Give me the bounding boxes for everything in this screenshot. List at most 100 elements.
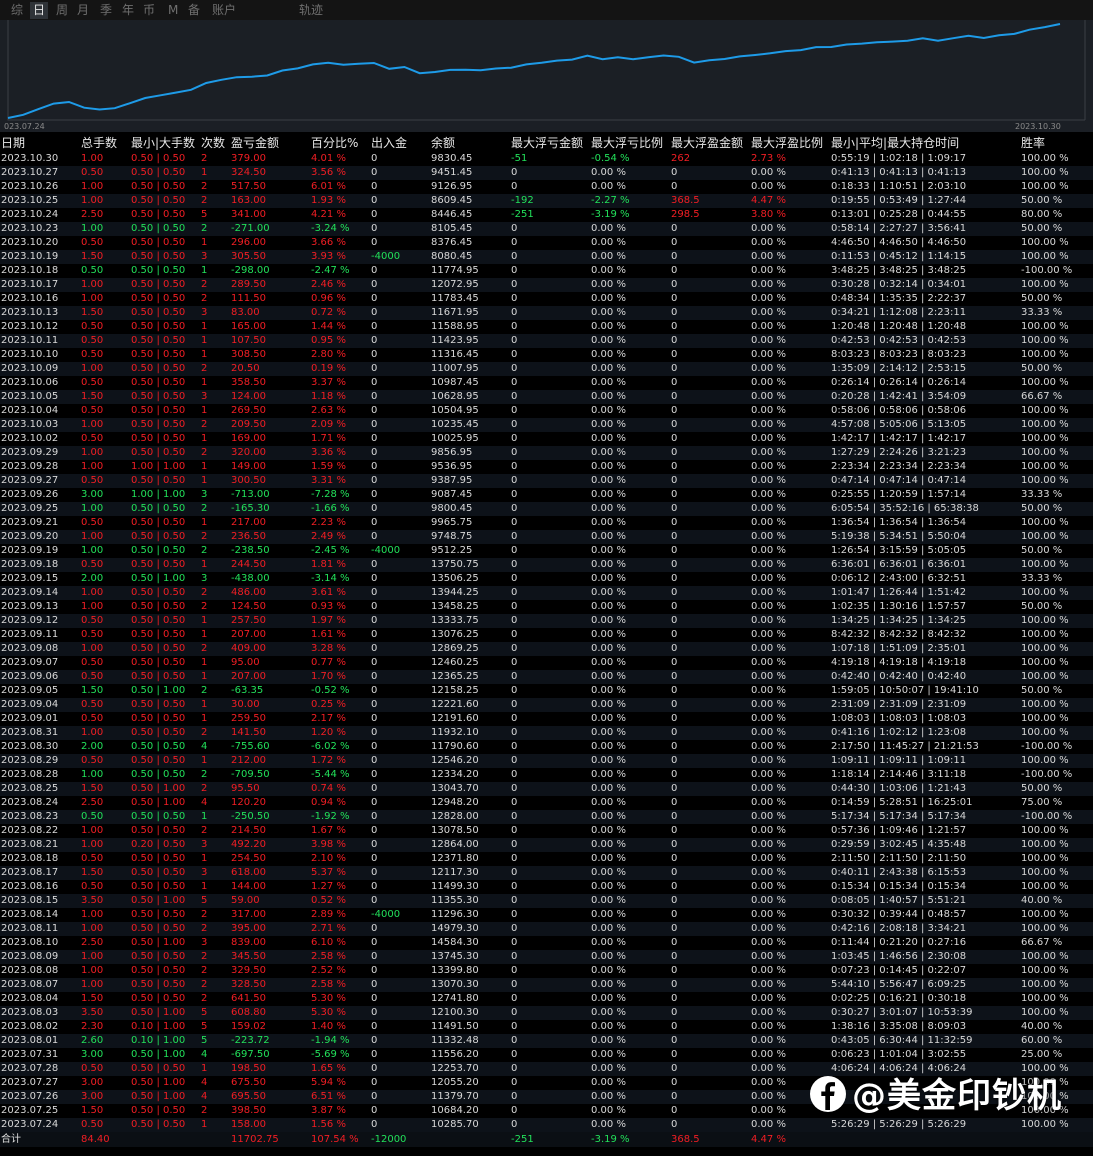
table-row[interactable]: 2023.08.11 1.00 0.50 | 0.50 2 395.00 2.71 % 0 1… [0,922,1093,936]
table-row[interactable]: 2023.09.27 0.50 0.50 | 0.50 1 300.50 3.31 % 0 9… [0,474,1093,488]
table-row[interactable]: 2023.09.06 0.50 0.50 | 0.50 1 207.00 1.70 % 0 1… [0,670,1093,684]
table-row[interactable]: 2023.08.17 1.50 0.50 | 0.50 3 618.00 5.37 % 0 1… [0,866,1093,880]
table-row[interactable]: 2023.08.16 0.50 0.50 | 0.50 1 144.00 1.27 % 0 1… [0,880,1093,894]
cell-col-3: 2 [201,951,208,962]
tab-1[interactable]: 日 [30,2,49,19]
cell-col-6: 0 [371,1105,378,1116]
table-row[interactable]: 2023.08.02 2.30 0.10 | 1.00 5 159.02 1.40 % 0 1… [0,1020,1093,1034]
header-col-10[interactable]: 最大浮盈金额 [671,135,743,152]
header-col-2[interactable]: 最小|大手数 [131,135,195,152]
table-row[interactable]: 2023.10.12 0.50 0.50 | 0.50 1 165.00 1.44 % 0 1… [0,320,1093,334]
table-row[interactable]: 2023.08.01 2.60 0.10 | 1.00 5 -223.72 -1.94 %… [0,1034,1093,1048]
table-row[interactable]: 2023.10.27 0.50 0.50 | 0.50 1 324.50 3.56 % 0 9… [0,166,1093,180]
table-row[interactable]: 2023.09.12 0.50 0.50 | 0.50 1 257.50 1.97 % 0 1… [0,614,1093,628]
tab-10[interactable]: 轨迹 [299,2,323,19]
table-row[interactable]: 2023.09.07 0.50 0.50 | 0.50 1 95.00 0.77 % 0 12… [0,656,1093,670]
table-row[interactable]: 2023.10.23 1.00 0.50 | 0.50 2 -271.00 -3.24 %… [0,222,1093,236]
table-row[interactable]: 2023.08.09 1.00 0.50 | 0.50 2 345.50 2.58 % 0 1… [0,950,1093,964]
table-row[interactable]: 2023.09.20 1.00 0.50 | 0.50 2 236.50 2.49 % 0 9… [0,530,1093,544]
cell-col-1: 0.50 [81,517,104,528]
table-row[interactable]: 2023.08.29 0.50 0.50 | 0.50 1 212.00 1.72 % 0 1… [0,754,1093,768]
table-row[interactable]: 2023.08.03 3.50 0.50 | 1.00 5 608.80 5.30 % 0 1… [0,1006,1093,1020]
table-row[interactable]: 2023.10.05 1.50 0.50 | 0.50 3 124.00 1.18 % 0 1… [0,390,1093,404]
header-col-4[interactable]: 盈亏金额 [231,135,279,152]
table-row[interactable]: 2023.08.15 3.50 0.50 | 1.00 5 59.00 0.52 % 0 11… [0,894,1093,908]
table-row[interactable]: 2023.09.25 1.00 0.50 | 0.50 2 -165.30 -1.66 %… [0,502,1093,516]
table-row[interactable]: 2023.07.31 3.00 0.50 | 1.00 4 -697.50 -5.69 %… [0,1048,1093,1062]
table-row[interactable]: 2023.09.11 0.50 0.50 | 0.50 1 207.00 1.61 % 0 1… [0,628,1093,642]
header-col-8[interactable]: 最大浮亏金额 [511,135,583,152]
table-row[interactable]: 2023.10.03 1.00 0.50 | 0.50 2 209.50 2.09 % 0 1… [0,418,1093,432]
table-row[interactable]: 2023.10.25 1.00 0.50 | 0.50 2 163.00 1.93 % 0 8… [0,194,1093,208]
tab-7[interactable]: M [168,2,178,19]
table-row[interactable]: 2023.10.04 0.50 0.50 | 0.50 1 269.50 2.63 % 0 1… [0,404,1093,418]
table-row[interactable]: 2023.09.15 2.00 0.50 | 1.00 3 -438.00 -3.14 %… [0,572,1093,586]
table-row[interactable]: 2023.10.17 1.00 0.50 | 0.50 2 289.50 2.46 % 0 1… [0,278,1093,292]
table-row[interactable]: 2023.10.13 1.50 0.50 | 0.50 3 83.00 0.72 % 0 11… [0,306,1093,320]
table-row[interactable]: 2023.10.10 0.50 0.50 | 0.50 1 308.50 2.80 % 0 1… [0,348,1093,362]
tab-6[interactable]: 币 [143,2,155,19]
cell-col-5: 2.10 % [311,853,346,864]
table-row[interactable]: 2023.10.09 1.00 0.50 | 0.50 2 20.50 0.19 % 0 11… [0,362,1093,376]
header-col-0[interactable]: 日期 [1,135,25,152]
tab-0[interactable]: 综 [11,2,23,19]
table-row[interactable]: 2023.10.16 1.00 0.50 | 0.50 2 111.50 0.96 % 0 1… [0,292,1093,306]
table-row[interactable]: 2023.09.21 0.50 0.50 | 0.50 1 217.00 2.23 % 0 9… [0,516,1093,530]
table-row[interactable]: 2023.08.23 0.50 0.50 | 0.50 1 -250.50 -1.92 %… [0,810,1093,824]
table-row[interactable]: 2023.08.30 2.00 0.50 | 0.50 4 -755.60 -6.02 %… [0,740,1093,754]
table-row[interactable]: 2023.09.01 0.50 0.50 | 0.50 1 259.50 2.17 % 0 1… [0,712,1093,726]
table-row[interactable]: 2023.08.22 1.00 0.50 | 0.50 2 214.50 1.67 % 0 1… [0,824,1093,838]
table-row[interactable]: 2023.08.28 1.00 0.50 | 0.50 2 -709.50 -5.44 %… [0,768,1093,782]
table-row[interactable]: 2023.10.20 0.50 0.50 | 0.50 1 296.00 3.66 % 0 8… [0,236,1093,250]
table-row[interactable]: 2023.09.26 3.00 1.00 | 1.00 3 -713.00 -7.28 %… [0,488,1093,502]
header-col-13[interactable]: 胜率 [1021,135,1045,152]
table-row[interactable]: 2023.08.14 1.00 0.50 | 0.50 2 317.00 2.89 % -4… [0,908,1093,922]
header-col-6[interactable]: 出入金 [371,135,407,152]
cell-col-11: 0.00 % [751,741,786,752]
table-row[interactable]: 2023.09.19 1.00 0.50 | 0.50 2 -238.50 -2.45 %… [0,544,1093,558]
table-row[interactable]: 2023.08.24 2.50 0.50 | 1.00 4 120.20 0.94 % 0 1… [0,796,1093,810]
table-row[interactable]: 2023.08.07 1.00 0.50 | 0.50 2 328.50 2.58 % 0 1… [0,978,1093,992]
table-row[interactable]: 2023.09.29 1.00 0.50 | 0.50 2 320.00 3.36 % 0 9… [0,446,1093,460]
table-row[interactable]: 2023.10.30 1.00 0.50 | 0.50 2 379.00 4.01 % 0 9… [0,152,1093,166]
table-row[interactable]: 2023.09.28 1.00 1.00 | 1.00 1 149.00 1.59 % 0 9… [0,460,1093,474]
table-row[interactable]: 2023.09.18 0.50 0.50 | 0.50 1 244.50 1.81 % 0 1… [0,558,1093,572]
table-row[interactable]: 2023.10.02 0.50 0.50 | 0.50 1 169.00 1.71 % 0 1… [0,432,1093,446]
table-row[interactable]: 2023.08.31 1.00 0.50 | 0.50 2 141.50 1.20 % 0 1… [0,726,1093,740]
table-row[interactable]: 2023.08.25 1.50 0.50 | 1.00 2 95.50 0.74 % 0 13… [0,782,1093,796]
table-row[interactable]: 2023.08.10 2.50 0.50 | 1.00 3 839.00 6.10 % 0 1… [0,936,1093,950]
table-row[interactable]: 2023.09.14 1.00 0.50 | 0.50 2 486.00 3.61 % 0 1… [0,586,1093,600]
table-row[interactable]: 2023.10.19 1.50 0.50 | 0.50 3 305.50 3.93 % -4… [0,250,1093,264]
table-row[interactable]: 2023.09.05 1.50 0.50 | 1.00 2 -63.35 -0.52 % 0… [0,684,1093,698]
table-row[interactable]: 2023.08.08 1.00 0.50 | 0.50 2 329.50 2.52 % 0 1… [0,964,1093,978]
cell-col-4: 59.00 [231,895,260,906]
table-row[interactable]: 2023.10.11 0.50 0.50 | 0.50 1 107.50 0.95 % 0 1… [0,334,1093,348]
tab-9[interactable]: 账户 [212,2,236,19]
table-row[interactable]: 2023.08.21 1.00 0.20 | 0.50 3 492.20 3.98 % 0 1… [0,838,1093,852]
tab-3[interactable]: 月 [77,2,89,19]
header-col-9[interactable]: 最大浮亏比例 [591,135,663,152]
table-row[interactable]: 2023.10.06 0.50 0.50 | 0.50 1 358.50 3.37 % 0 1… [0,376,1093,390]
cell-col-5: -2.47 % [311,265,350,276]
header-col-3[interactable]: 次数 [201,135,225,152]
cell-col-2: 0.50 | 0.50 [131,965,186,976]
table-row[interactable]: 2023.08.04 1.50 0.50 | 0.50 2 641.50 5.30 % 0 1… [0,992,1093,1006]
table-row[interactable]: 2023.10.26 1.00 0.50 | 0.50 2 517.50 6.01 % 0 9… [0,180,1093,194]
tab-5[interactable]: 年 [122,2,134,19]
header-col-5[interactable]: 百分比% [311,135,358,152]
header-col-12[interactable]: 最小|平均|最大持仓时间 [831,135,959,152]
table-row[interactable]: 2023.09.04 0.50 0.50 | 0.50 1 30.00 0.25 % 0 12… [0,698,1093,712]
table-row[interactable]: 2023.09.08 1.00 0.50 | 0.50 2 409.00 3.28 % 0 1… [0,642,1093,656]
table-row[interactable]: 2023.08.18 0.50 0.50 | 0.50 1 254.50 2.10 % 0 1… [0,852,1093,866]
table-row[interactable]: 2023.10.24 2.50 0.50 | 0.50 5 341.00 4.21 % 0 8… [0,208,1093,222]
tab-8[interactable]: 备 [188,2,200,19]
cell-col-12: 0:18:33 | 1:10:51 | 2:03:10 [831,181,967,192]
table-row[interactable]: 2023.09.13 1.00 0.50 | 0.50 2 124.50 0.93 % 0 1… [0,600,1093,614]
tab-4[interactable]: 季 [100,2,112,19]
header-col-11[interactable]: 最大浮盈比例 [751,135,823,152]
tab-2[interactable]: 周 [56,2,68,19]
table-row[interactable]: 2023.10.18 0.50 0.50 | 0.50 1 -298.00 -2.47 %… [0,264,1093,278]
header-col-1[interactable]: 总手数 [81,135,117,152]
header-col-7[interactable]: 余额 [431,135,455,152]
cell-col-0: 2023.09.11 [1,629,59,640]
